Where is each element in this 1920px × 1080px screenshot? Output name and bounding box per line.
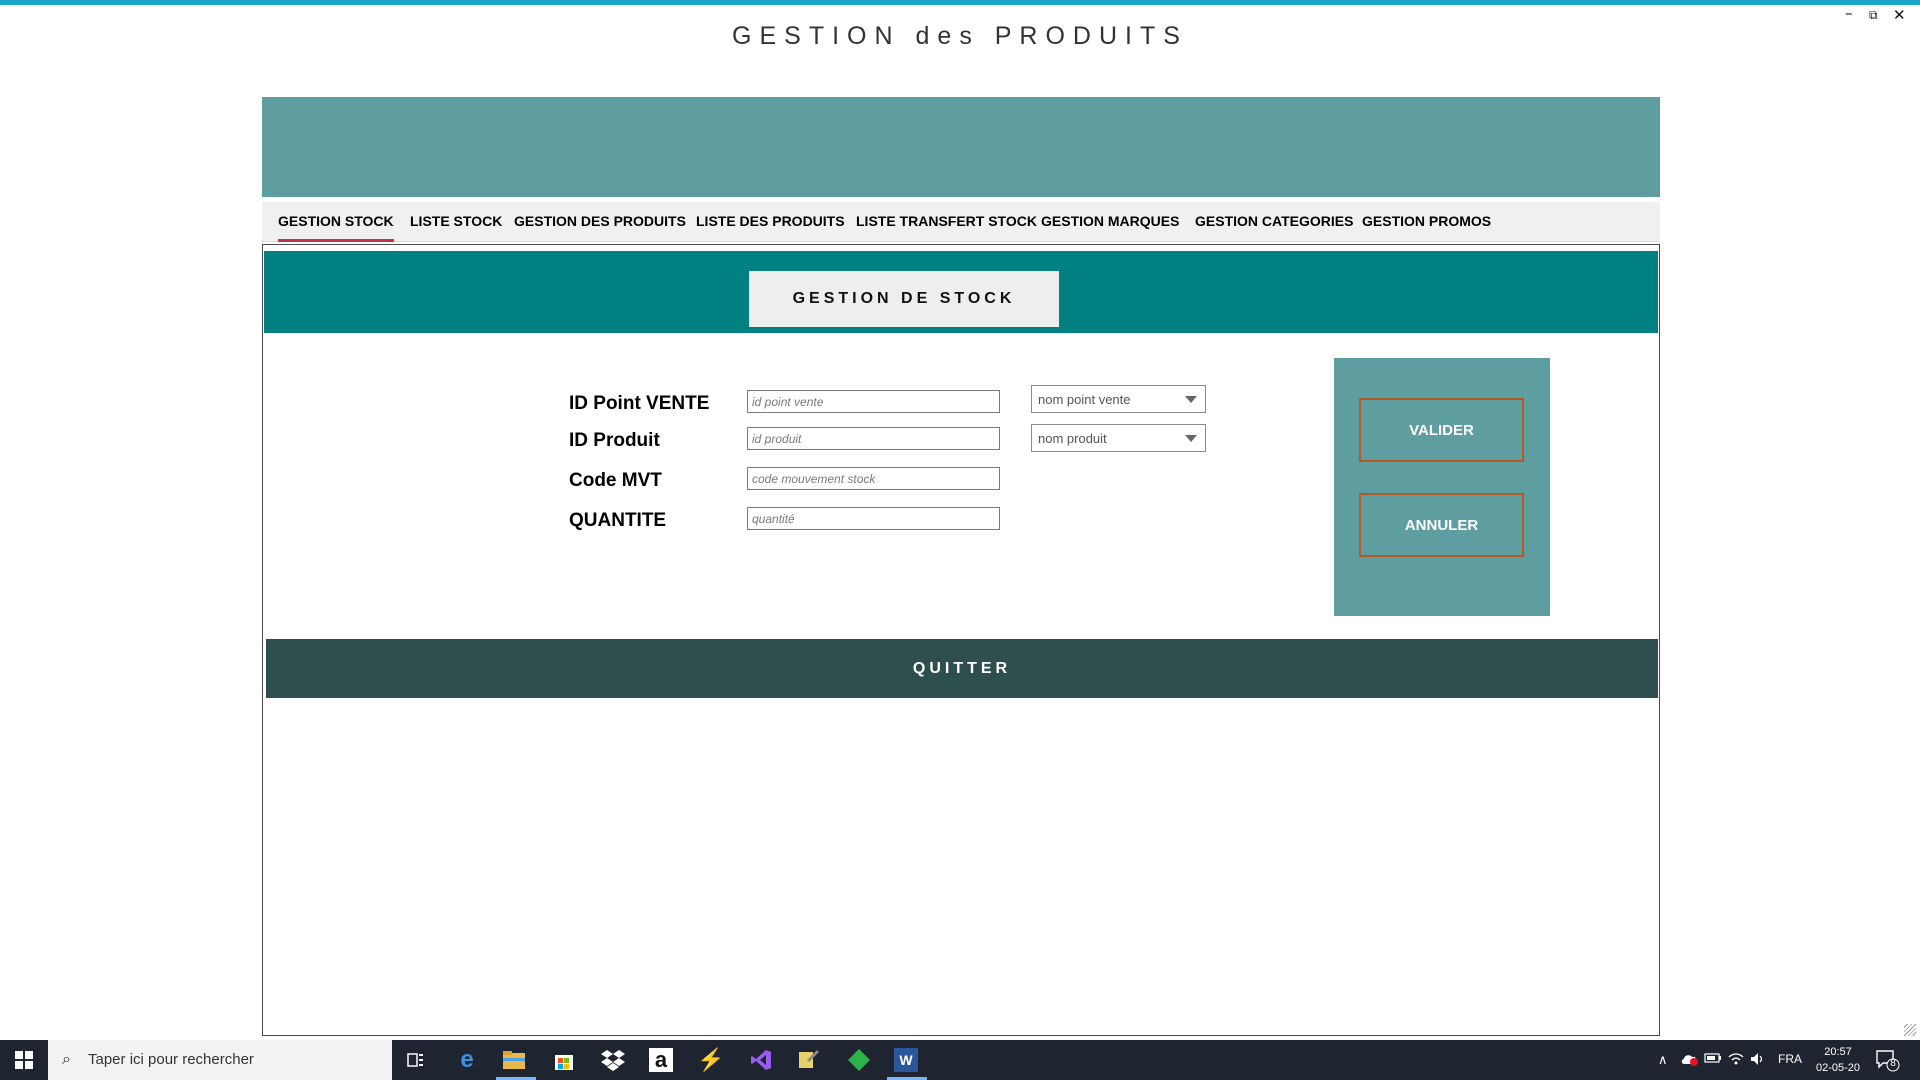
point-vente-combo-text: nom point vente [1038, 392, 1131, 407]
valider-button[interactable]: VALIDER [1359, 398, 1524, 462]
sql-studio-icon[interactable]: ⚡ [697, 1046, 725, 1074]
app-window: GESTION des PRODUITS – ⧉ ✕ GESTION STOCK… [0, 0, 1920, 1080]
produit-label: ID Produit [569, 430, 660, 451]
green-app-icon[interactable] [845, 1046, 873, 1074]
amazon-icon[interactable]: a [649, 1047, 673, 1072]
file-explorer-icon[interactable] [500, 1046, 528, 1074]
section-header: GESTION DE STOCK [264, 251, 1658, 333]
quitter-button[interactable]: QUITTER [266, 639, 1658, 698]
tab-gestion-marques[interactable]: GESTION MARQUES [1041, 213, 1179, 229]
tab-liste-stock[interactable]: LISTE STOCK [410, 213, 502, 229]
battery-icon[interactable] [1704, 1052, 1722, 1067]
stock-panel: GESTION DE STOCK ID Point VENTE nom poin… [262, 244, 1660, 1036]
minimize-button[interactable]: – [1845, 4, 1853, 22]
task-view-icon[interactable] [402, 1046, 430, 1074]
section-title: GESTION DE STOCK [749, 271, 1059, 327]
quantite-input[interactable] [747, 507, 1000, 530]
produit-combo[interactable]: nom produit [1031, 424, 1206, 452]
word-icon[interactable]: W [894, 1048, 918, 1072]
tab-bar: GESTION STOCK LISTE STOCK GESTION DES PR… [262, 202, 1660, 242]
volume-icon[interactable] [1750, 1052, 1766, 1069]
notification-center-button[interactable]: 8 [1874, 1048, 1908, 1074]
clock-date: 02-05-20 [1815, 1062, 1861, 1074]
code-mvt-label: Code MVT [569, 470, 662, 491]
quantite-label: QUANTITE [569, 510, 667, 531]
taskbar-search[interactable]: ⌕ Taper ici pour rechercher [48, 1040, 392, 1080]
tab-gestion-promos[interactable]: GESTION PROMOS [1362, 213, 1491, 229]
point-vente-combo[interactable]: nom point vente [1031, 385, 1206, 413]
annuler-button[interactable]: ANNULER [1359, 493, 1524, 557]
edge-browser-icon[interactable]: e [453, 1046, 481, 1074]
produit-combo-text: nom produit [1038, 431, 1107, 446]
tools-icon[interactable] [795, 1046, 823, 1074]
taskbar: ⌕ Taper ici pour rechercher e a ⚡ W ∧ FR… [0, 1040, 1920, 1080]
tab-liste-transfert-stock[interactable]: LISTE TRANSFERT STOCK [856, 213, 1037, 229]
clock[interactable]: 20:57 02-05-20 [1808, 1044, 1868, 1076]
action-panel: VALIDER ANNULER [1334, 358, 1550, 616]
tab-gestion-des-produits[interactable]: GESTION DES PRODUITS [514, 213, 686, 229]
windows-start-button[interactable] [0, 1040, 48, 1080]
store-icon[interactable] [550, 1046, 578, 1074]
clock-time: 20:57 [1824, 1046, 1852, 1058]
search-placeholder: Taper ici pour rechercher [88, 1051, 254, 1068]
window-title: GESTION des PRODUITS [732, 22, 1188, 50]
search-icon: ⌕ [62, 1049, 71, 1068]
resize-grip[interactable] [1904, 1024, 1916, 1036]
point-vente-label: ID Point VENTE [569, 393, 710, 414]
notification-count: 8 [1890, 1058, 1896, 1069]
header-banner [262, 97, 1660, 197]
code-mvt-input[interactable] [747, 467, 1000, 490]
onedrive-icon[interactable] [1680, 1052, 1698, 1069]
close-button[interactable]: ✕ [1893, 6, 1906, 24]
chevron-down-icon [1185, 435, 1197, 442]
tab-gestion-categories[interactable]: GESTION CATEGORIES [1195, 213, 1353, 229]
tab-gestion-stock[interactable]: GESTION STOCK [278, 213, 394, 242]
chevron-up-icon[interactable]: ∧ [1658, 1052, 1668, 1068]
language-indicator[interactable]: FRA [1778, 1052, 1802, 1066]
restore-button[interactable]: ⧉ [1869, 8, 1878, 23]
chevron-down-icon [1185, 396, 1197, 403]
tab-liste-des-produits[interactable]: LISTE DES PRODUITS [696, 213, 845, 229]
point-vente-id-input[interactable] [747, 390, 1000, 413]
windows-logo-icon [15, 1051, 23, 1059]
window-accent-bar [0, 0, 1920, 5]
wifi-icon[interactable] [1728, 1052, 1744, 1069]
visual-studio-icon[interactable] [747, 1046, 775, 1074]
produit-id-input[interactable] [747, 427, 1000, 450]
dropbox-icon[interactable] [599, 1046, 627, 1074]
